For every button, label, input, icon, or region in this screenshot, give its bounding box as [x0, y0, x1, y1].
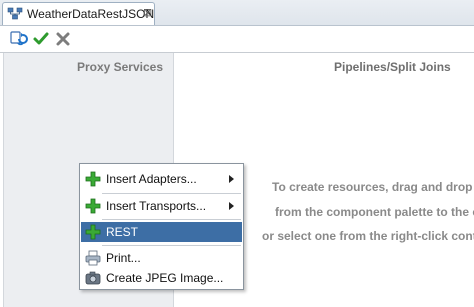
menu-item-label: Print... — [106, 251, 141, 265]
menu-item-label: REST — [106, 225, 139, 239]
menu-item-rest[interactable]: REST — [81, 222, 242, 242]
submenu-arrow-icon — [229, 175, 234, 183]
menu-separator — [102, 219, 241, 220]
menu-separator — [102, 193, 241, 194]
hint-line-2: from the component palette to the ca — [275, 205, 474, 219]
editor-toolbar — [0, 26, 474, 50]
hint-line-3: or select one from the right-click conte — [262, 229, 474, 243]
hint-line-1: To create resources, drag and drop a — [272, 180, 474, 194]
menu-item-label: Create JPEG Image... — [106, 271, 224, 285]
context-menu: Insert Adapters... Insert Transports... … — [79, 163, 244, 290]
service-composer-window: WeatherDataRestJSON ⊠ Proxy Services Pip… — [0, 0, 474, 307]
menu-item-label: Insert Transports... — [106, 199, 207, 213]
proxy-services-header: Proxy Services — [76, 60, 163, 74]
menu-item-label: Insert Adapters... — [106, 172, 197, 186]
green-plus-icon — [85, 198, 101, 214]
submenu-arrow-icon — [229, 202, 234, 210]
pipelines-header: Pipelines/Split Joins — [334, 60, 451, 74]
editor-tab-label: WeatherDataRestJSON — [27, 7, 155, 21]
green-plus-icon — [85, 171, 101, 187]
menu-item-insert-adapters[interactable]: Insert Adapters... — [81, 169, 242, 189]
image-capture-icon — [85, 271, 101, 285]
menu-item-print[interactable]: Print... — [81, 248, 242, 268]
tab-close-icon[interactable]: ⊠ — [143, 6, 152, 19]
editor-tab[interactable]: WeatherDataRestJSON ⊠ — [2, 2, 155, 25]
editor-tab-strip: WeatherDataRestJSON ⊠ — [0, 0, 474, 26]
menu-item-insert-transports[interactable]: Insert Transports... — [81, 196, 242, 216]
menu-separator — [102, 245, 241, 246]
printer-icon — [85, 250, 101, 266]
validate-check-icon[interactable] — [32, 30, 50, 48]
menu-item-create-jpeg-image[interactable]: Create JPEG Image... — [81, 268, 242, 288]
cancel-x-icon[interactable] — [54, 30, 72, 48]
refresh-icon[interactable] — [10, 30, 28, 48]
green-plus-icon — [85, 224, 101, 240]
composite-icon — [7, 7, 23, 20]
